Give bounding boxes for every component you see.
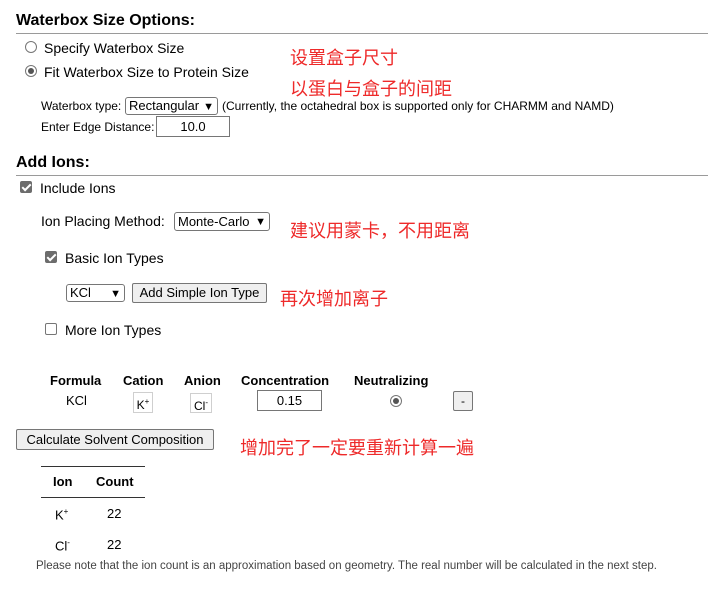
remove-ion-button[interactable]: - xyxy=(453,391,473,411)
ions-section-title: Add Ions: xyxy=(16,154,90,171)
waterbox-type-value: Rectangular xyxy=(129,98,200,113)
anion-symbol: Cl xyxy=(193,399,206,413)
col-header-cation: Cation xyxy=(123,373,164,388)
ion-row-formula: KCl xyxy=(66,393,87,408)
annotation-protein-distance: 以蛋白与盒子的间距 xyxy=(290,79,452,99)
ion-row-anion: Cl- xyxy=(190,393,212,413)
calculate-solvent-button[interactable]: Calculate Solvent Composition xyxy=(16,429,214,450)
count-table-top-rule xyxy=(41,466,145,467)
count-row-value: 22 xyxy=(107,537,122,552)
cation-charge: + xyxy=(144,397,150,406)
annotation-add-ions-again: 再次增加离子 xyxy=(280,289,388,309)
radio-specify-waterbox[interactable] xyxy=(25,41,37,53)
col-header-anion: Anion xyxy=(184,373,221,388)
basic-ion-types-label: Basic Ion Types xyxy=(65,250,164,266)
ions-divider xyxy=(16,175,708,176)
ion-method-label: Ion Placing Method: xyxy=(41,213,165,229)
chevron-down-icon: ▼ xyxy=(255,216,266,228)
edge-distance-label: Enter Edge Distance: xyxy=(41,120,155,134)
chevron-down-icon: ▼ xyxy=(203,101,214,113)
annotation-box-size: 设置盒子尺寸 xyxy=(290,48,398,68)
count-header-ion: Ion xyxy=(53,474,73,489)
radio-specify-label: Specify Waterbox Size xyxy=(44,40,185,56)
waterbox-divider xyxy=(16,33,708,34)
annotation-monte-carlo: 建议用蒙卡，不用距离 xyxy=(290,221,470,241)
ion-row-cation: K+ xyxy=(133,392,153,413)
count-row-ion: K+ xyxy=(55,507,68,522)
chevron-down-icon: ▼ xyxy=(110,288,121,300)
count-ion-charge: - xyxy=(67,538,70,547)
col-header-neutralizing: Neutralizing xyxy=(354,373,429,388)
neutralizing-radio[interactable] xyxy=(390,395,402,407)
count-ion-symbol: K xyxy=(55,507,64,523)
basic-ion-types-checkbox[interactable] xyxy=(45,251,57,263)
concentration-input[interactable]: 0.15 xyxy=(257,390,322,411)
ion-type-value: KCl xyxy=(70,285,91,300)
count-ion-charge: + xyxy=(63,507,69,516)
ion-method-value: Monte-Carlo xyxy=(178,214,250,229)
anion-charge: - xyxy=(205,398,208,407)
include-ions-checkbox[interactable] xyxy=(20,181,32,193)
waterbox-type-label: Waterbox type: xyxy=(41,99,122,113)
more-ion-types-label: More Ion Types xyxy=(65,322,162,338)
radio-fit-label: Fit Waterbox Size to Protein Size xyxy=(44,64,249,80)
count-ion-symbol: Cl xyxy=(55,538,68,554)
ion-count-note: Please note that the ion count is an app… xyxy=(36,560,657,572)
ion-type-select[interactable]: KCl ▼ xyxy=(66,284,125,302)
ion-method-select[interactable]: Monte-Carlo ▼ xyxy=(174,212,270,231)
cation-symbol: K xyxy=(136,398,145,412)
waterbox-type-note: (Currently, the octahedral box is suppor… xyxy=(222,99,614,113)
count-row-value: 22 xyxy=(107,506,122,521)
more-ion-types-checkbox[interactable] xyxy=(45,323,57,335)
radio-fit-waterbox[interactable] xyxy=(25,65,37,77)
edge-distance-input[interactable]: 10.0 xyxy=(156,116,230,137)
annotation-recalculate: 增加完了一定要重新计算一遍 xyxy=(240,438,474,458)
add-simple-ion-type-button[interactable]: Add Simple Ion Type xyxy=(132,283,267,303)
col-header-concentration: Concentration xyxy=(241,373,330,388)
count-header-count: Count xyxy=(96,474,134,489)
count-row-ion: Cl- xyxy=(55,538,70,553)
count-table-header-rule xyxy=(41,497,145,498)
col-header-formula: Formula xyxy=(50,373,102,388)
waterbox-type-select[interactable]: Rectangular ▼ xyxy=(125,97,218,115)
include-ions-label: Include Ions xyxy=(40,180,116,196)
waterbox-section-title: Waterbox Size Options: xyxy=(16,12,195,29)
